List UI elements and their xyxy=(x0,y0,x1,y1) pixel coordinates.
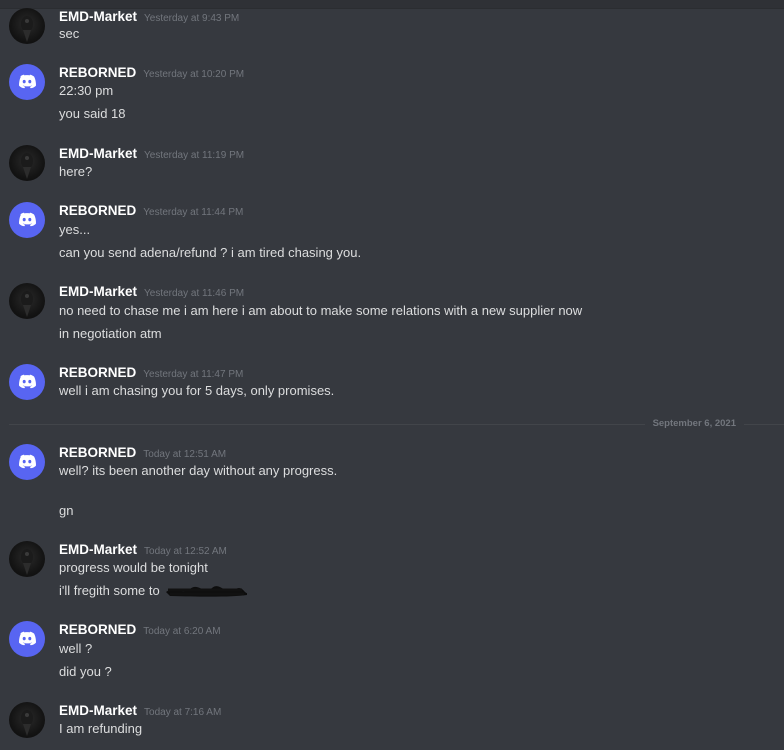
message-text: well? its been another day without any p… xyxy=(59,463,338,478)
message-text: i'll fregith some to xyxy=(59,583,160,598)
username[interactable]: EMD-Market xyxy=(59,703,137,718)
avatar[interactable] xyxy=(9,283,45,319)
username[interactable]: REBORNED xyxy=(59,622,136,637)
message-text: in negotiation atm xyxy=(59,326,162,341)
emd-avatar-icon xyxy=(21,710,33,736)
avatar[interactable] xyxy=(9,202,45,238)
username[interactable]: EMD-Market xyxy=(59,542,137,557)
avatar[interactable] xyxy=(9,8,45,44)
discord-logo-icon xyxy=(18,212,36,227)
username[interactable]: EMD-Market xyxy=(59,146,137,161)
username[interactable]: REBORNED xyxy=(59,365,136,380)
timestamp: Yesterday at 11:44 PM xyxy=(143,207,244,218)
date-divider: September 6, 2021 xyxy=(0,418,784,429)
message-text: can you send adena/refund ? i am tired c… xyxy=(59,245,362,260)
message-text: well i am chasing you for 5 days, only p… xyxy=(59,383,335,398)
username[interactable]: EMD-Market xyxy=(59,9,137,24)
discord-logo-icon xyxy=(18,454,36,469)
discord-logo-icon xyxy=(18,74,36,89)
message-text: did you ? xyxy=(59,664,112,679)
username[interactable]: REBORNED xyxy=(59,203,136,218)
emd-avatar-icon xyxy=(21,549,33,575)
redaction-scribble xyxy=(166,586,247,597)
timestamp: Yesterday at 11:46 PM xyxy=(144,288,245,299)
timestamp: Yesterday at 10:20 PM xyxy=(143,69,245,80)
emd-avatar-icon xyxy=(21,291,33,317)
timestamp: Yesterday at 9:43 PM xyxy=(144,13,240,24)
timestamp: Yesterday at 11:47 PM xyxy=(143,369,244,380)
message-text: gn xyxy=(59,503,74,518)
date-divider-label: September 6, 2021 xyxy=(644,418,744,429)
message-text: progress would be tonight xyxy=(59,560,208,575)
timestamp: Today at 12:52 AM xyxy=(144,546,227,557)
message-text: yes... xyxy=(59,222,91,237)
message-text: well ? xyxy=(59,641,93,656)
timestamp: Yesterday at 11:19 PM xyxy=(144,150,245,161)
message-text: sec xyxy=(59,26,80,41)
emd-avatar-icon xyxy=(21,16,33,42)
discord-logo-icon xyxy=(18,631,36,646)
avatar[interactable] xyxy=(9,364,45,400)
avatar[interactable] xyxy=(9,145,45,181)
message-text: here? xyxy=(59,164,93,179)
emd-avatar-icon xyxy=(21,153,33,179)
message-text: you said 18 xyxy=(59,106,126,121)
avatar[interactable] xyxy=(9,64,45,100)
timestamp: Today at 6:20 AM xyxy=(143,626,221,637)
avatar[interactable] xyxy=(9,702,45,738)
chat-log: EMD-Market Yesterday at 9:43 PM sec REBOR… xyxy=(0,0,784,750)
message-text: no need to chase me i am here i am about… xyxy=(59,303,583,318)
avatar[interactable] xyxy=(9,621,45,657)
message-text: I am refunding xyxy=(59,721,143,736)
avatar[interactable] xyxy=(9,444,45,480)
username[interactable]: REBORNED xyxy=(59,65,136,80)
username[interactable]: REBORNED xyxy=(59,445,136,460)
username[interactable]: EMD-Market xyxy=(59,284,137,299)
avatar[interactable] xyxy=(9,541,45,577)
timestamp: Today at 7:16 AM xyxy=(144,707,222,718)
timestamp: Today at 12:51 AM xyxy=(143,449,227,460)
message-text: 22:30 pm xyxy=(59,83,114,98)
discord-logo-icon xyxy=(18,374,36,389)
